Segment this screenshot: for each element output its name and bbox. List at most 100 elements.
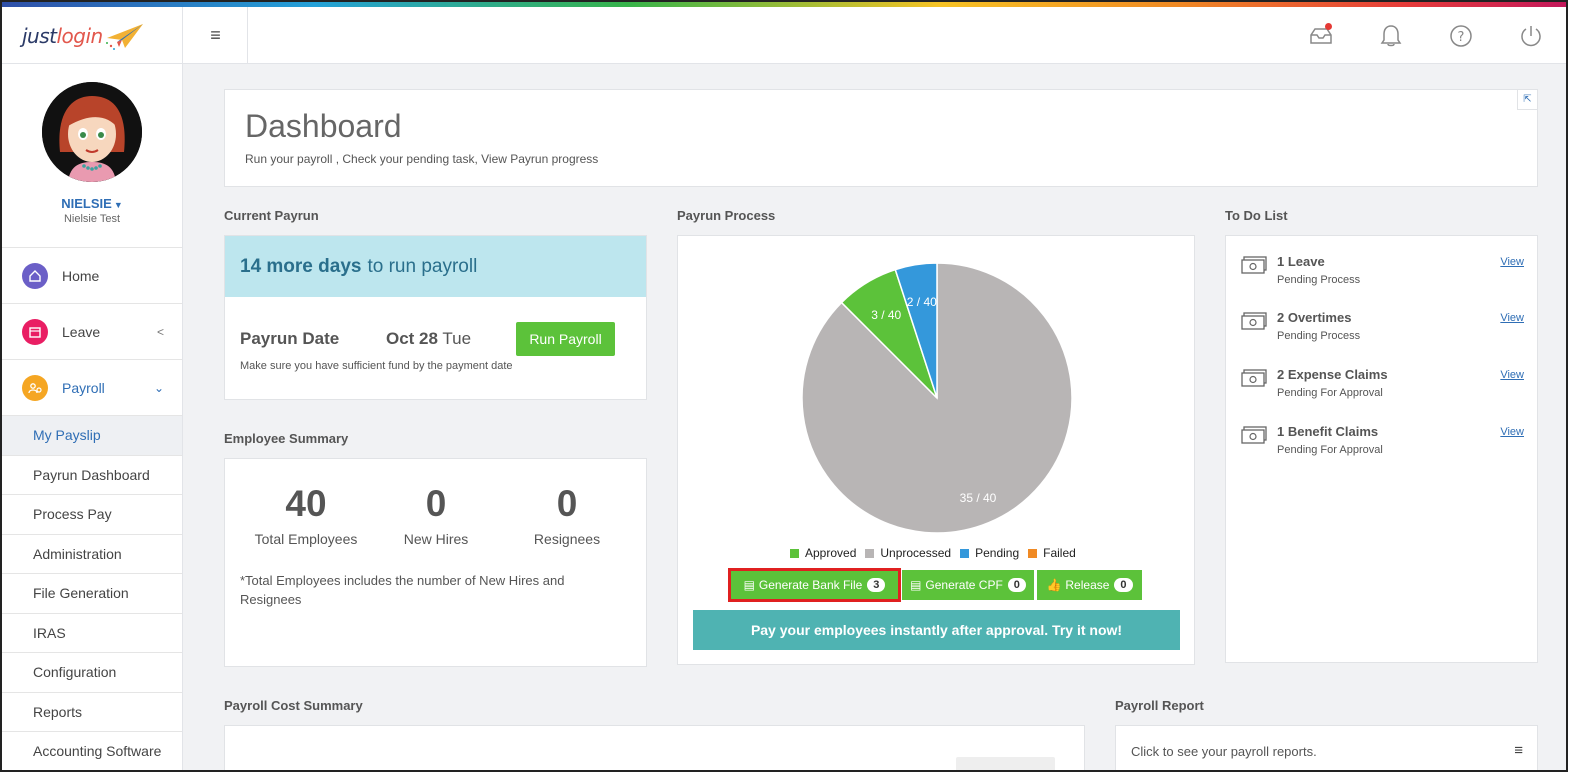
instant-pay-banner[interactable]: Pay your employees instantly after appro… bbox=[693, 610, 1180, 650]
sidebar-sub-configuration[interactable]: Configuration bbox=[2, 653, 182, 693]
todo-view-link[interactable]: View bbox=[1500, 369, 1524, 381]
user-name-dropdown[interactable]: NIELSIE ▼ bbox=[2, 196, 182, 211]
current-payrun-card: 14 more days to run payroll Payrun Date … bbox=[224, 235, 647, 400]
stat-label: Total Employees bbox=[254, 531, 358, 547]
stat-label: Resignees bbox=[533, 531, 601, 547]
payroll-cost-card bbox=[224, 725, 1085, 770]
sidebar-item-label: Payroll bbox=[62, 379, 105, 396]
cash-icon bbox=[1241, 369, 1267, 387]
sidebar-item-label: Leave bbox=[62, 323, 101, 340]
days-remaining: 14 more days bbox=[240, 255, 362, 277]
sidebar-sub-process-pay[interactable]: Process Pay bbox=[2, 495, 182, 535]
sidebar-item-label: Home bbox=[62, 267, 100, 284]
stat-resignees: 0 Resignees bbox=[502, 483, 632, 547]
todo-item: 1 Benefit Claims Pending For Approval Vie… bbox=[1240, 424, 1524, 456]
button-label: Release bbox=[1065, 578, 1110, 592]
chevron-left-icon: < bbox=[156, 324, 164, 339]
cash-icon bbox=[1241, 312, 1267, 330]
power-icon bbox=[1521, 25, 1541, 46]
menu-icon[interactable]: ≡ bbox=[1514, 742, 1523, 759]
run-payroll-button[interactable]: Run Payroll bbox=[516, 322, 615, 356]
sidebar-sub-iras[interactable]: IRAS bbox=[2, 614, 182, 653]
file-icon: ▤ bbox=[910, 578, 922, 592]
payroll-report-card[interactable]: Click to see your payroll reports. ≡ bbox=[1115, 725, 1538, 770]
caret-down-icon: ▼ bbox=[113, 200, 123, 210]
logout-button[interactable] bbox=[1496, 7, 1566, 64]
generate-cpf-button[interactable]: ▤ Generate CPF 0 bbox=[902, 570, 1034, 600]
sidebar-item-home[interactable]: Home bbox=[2, 248, 182, 304]
profile-panel: NIELSIE ▼ Nielsie Test bbox=[2, 64, 182, 248]
app-window: justlogin ≡ ? NIELSIE ▼ Nielsie Test Hom… bbox=[0, 0, 1568, 772]
todo-title: 2 Overtimes bbox=[1277, 310, 1352, 325]
avatar[interactable] bbox=[42, 82, 142, 182]
stat-total-employees: 40 Total Employees bbox=[241, 483, 371, 547]
stat-value: 0 bbox=[556, 483, 578, 524]
label-pending: 2 / 40 bbox=[907, 295, 937, 309]
stat-value: 0 bbox=[425, 483, 447, 524]
todo-item: 2 Overtimes Pending Process View bbox=[1240, 310, 1524, 342]
employee-summary-card: 40 Total Employees 0 New Hires 0 Resigne… bbox=[224, 458, 647, 667]
sidebar-sub-file-generation[interactable]: File Generation bbox=[2, 574, 182, 614]
user-name: NIELSIE bbox=[61, 196, 112, 211]
legend-label: Unprocessed bbox=[880, 546, 952, 560]
todo-title: 2 Expense Claims bbox=[1277, 367, 1388, 382]
logo[interactable]: justlogin bbox=[2, 7, 183, 64]
legend-label: Failed bbox=[1043, 546, 1076, 560]
legend-unprocessed: Unprocessed bbox=[865, 546, 951, 560]
todo-card: 1 Leave Pending Process View 2 Overtimes P… bbox=[1225, 235, 1538, 663]
payroll-report-heading: Payroll Report bbox=[1115, 698, 1204, 713]
sidebar-sub-administration[interactable]: Administration bbox=[2, 535, 182, 574]
sidebar-sub-payrun-dashboard[interactable]: Payrun Dashboard bbox=[2, 456, 182, 495]
release-button[interactable]: 👍 Release 0 bbox=[1037, 570, 1142, 600]
days-to-run-banner: 14 more days to run payroll bbox=[225, 236, 646, 297]
notification-dot bbox=[1325, 23, 1332, 30]
label-approved: 3 / 40 bbox=[871, 308, 901, 322]
page-title: Dashboard bbox=[245, 108, 402, 144]
todo-status: Pending For Approval bbox=[1277, 444, 1383, 456]
legend-failed: Failed bbox=[1028, 546, 1076, 560]
legend-approved: Approved bbox=[790, 546, 856, 560]
todo-view-link[interactable]: View bbox=[1500, 256, 1524, 268]
bell-icon bbox=[1380, 24, 1402, 46]
sidebar-item-payroll[interactable]: Payroll ⌄ bbox=[2, 360, 182, 416]
legend-swatch bbox=[790, 548, 799, 558]
pie-legend: Approved Unprocessed Pending Failed bbox=[790, 546, 1085, 560]
sidebar-sub-my-payslip[interactable]: My Payslip bbox=[2, 416, 182, 456]
logo-just: just bbox=[22, 23, 57, 48]
todo-item: 2 Expense Claims Pending For Approval Vie… bbox=[1240, 367, 1524, 399]
home-icon bbox=[22, 262, 48, 289]
user-fullname: Nielsie Test bbox=[63, 213, 121, 225]
payrun-day: Tue bbox=[442, 329, 472, 348]
inbox-button[interactable] bbox=[1286, 7, 1356, 64]
cash-icon bbox=[1241, 256, 1267, 274]
todo-title: 1 Benefit Claims bbox=[1277, 424, 1379, 439]
menu-toggle-button[interactable]: ≡ bbox=[184, 7, 248, 64]
payroll-cost-heading: Payroll Cost Summary bbox=[224, 698, 363, 713]
todo-view-link[interactable]: View bbox=[1500, 426, 1524, 438]
sidebar-sub-reports[interactable]: Reports bbox=[2, 693, 182, 732]
stat-value: 40 bbox=[285, 483, 327, 524]
stat-new-hires: 0 New Hires bbox=[371, 483, 501, 547]
sidebar-item-leave[interactable]: Leave < bbox=[2, 304, 182, 360]
button-label: Generate CPF bbox=[925, 578, 1003, 592]
sidebar-sub-accounting-software[interactable]: Accounting Software bbox=[2, 732, 182, 770]
calendar-icon bbox=[22, 318, 48, 345]
count-badge: 0 bbox=[1007, 578, 1026, 592]
top-bar: justlogin ≡ ? bbox=[2, 7, 1566, 64]
legend-label: Pending bbox=[975, 546, 1020, 560]
paper-plane-icon bbox=[105, 23, 143, 50]
expand-icon[interactable]: ⇱ bbox=[1517, 90, 1537, 110]
logo-login: login bbox=[56, 23, 104, 48]
generate-bank-file-button[interactable]: ▤ Generate Bank File 3 bbox=[728, 568, 901, 602]
legend-label: Approved bbox=[805, 546, 857, 560]
sidebar: NIELSIE ▼ Nielsie Test Home Leave < Payro… bbox=[2, 64, 183, 770]
help-button[interactable]: ? bbox=[1426, 7, 1496, 64]
todo-view-link[interactable]: View bbox=[1500, 312, 1524, 324]
label-unprocessed: 35 / 40 bbox=[960, 491, 997, 505]
notifications-button[interactable] bbox=[1356, 7, 1426, 64]
legend-swatch bbox=[960, 548, 970, 558]
chart-toggle-button[interactable] bbox=[956, 757, 1055, 770]
cash-icon bbox=[1241, 426, 1267, 444]
current-payrun-heading: Current Payrun bbox=[224, 208, 319, 223]
days-remaining-text: to run payroll bbox=[367, 255, 478, 277]
